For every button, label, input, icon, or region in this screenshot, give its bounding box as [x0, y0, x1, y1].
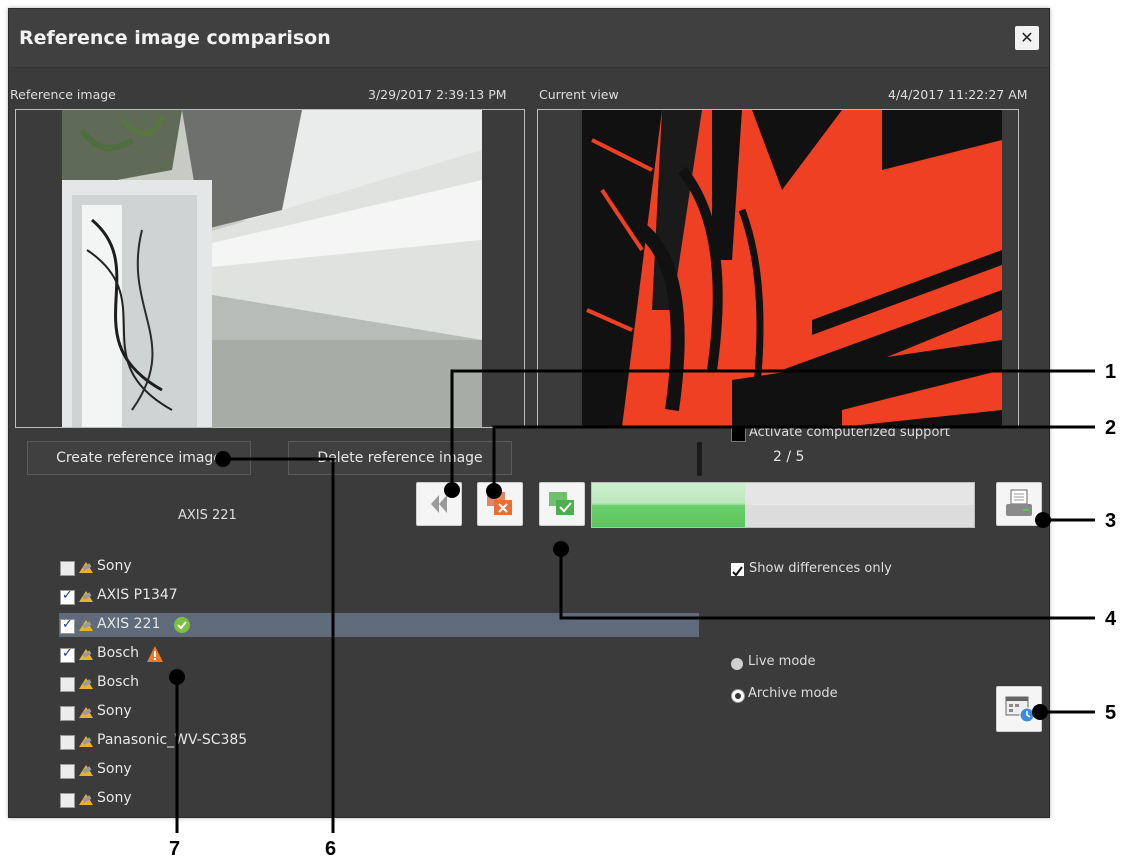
- callout-7: 7: [169, 838, 181, 860]
- callout-1: 1: [1105, 361, 1117, 383]
- callout-2: 2: [1105, 417, 1117, 439]
- callout-5: 5: [1105, 702, 1117, 724]
- callout-4: 4: [1105, 608, 1117, 630]
- callout-6: 6: [325, 838, 337, 860]
- callout-overlay: [169, 369, 1095, 833]
- callout-3: 3: [1105, 510, 1117, 532]
